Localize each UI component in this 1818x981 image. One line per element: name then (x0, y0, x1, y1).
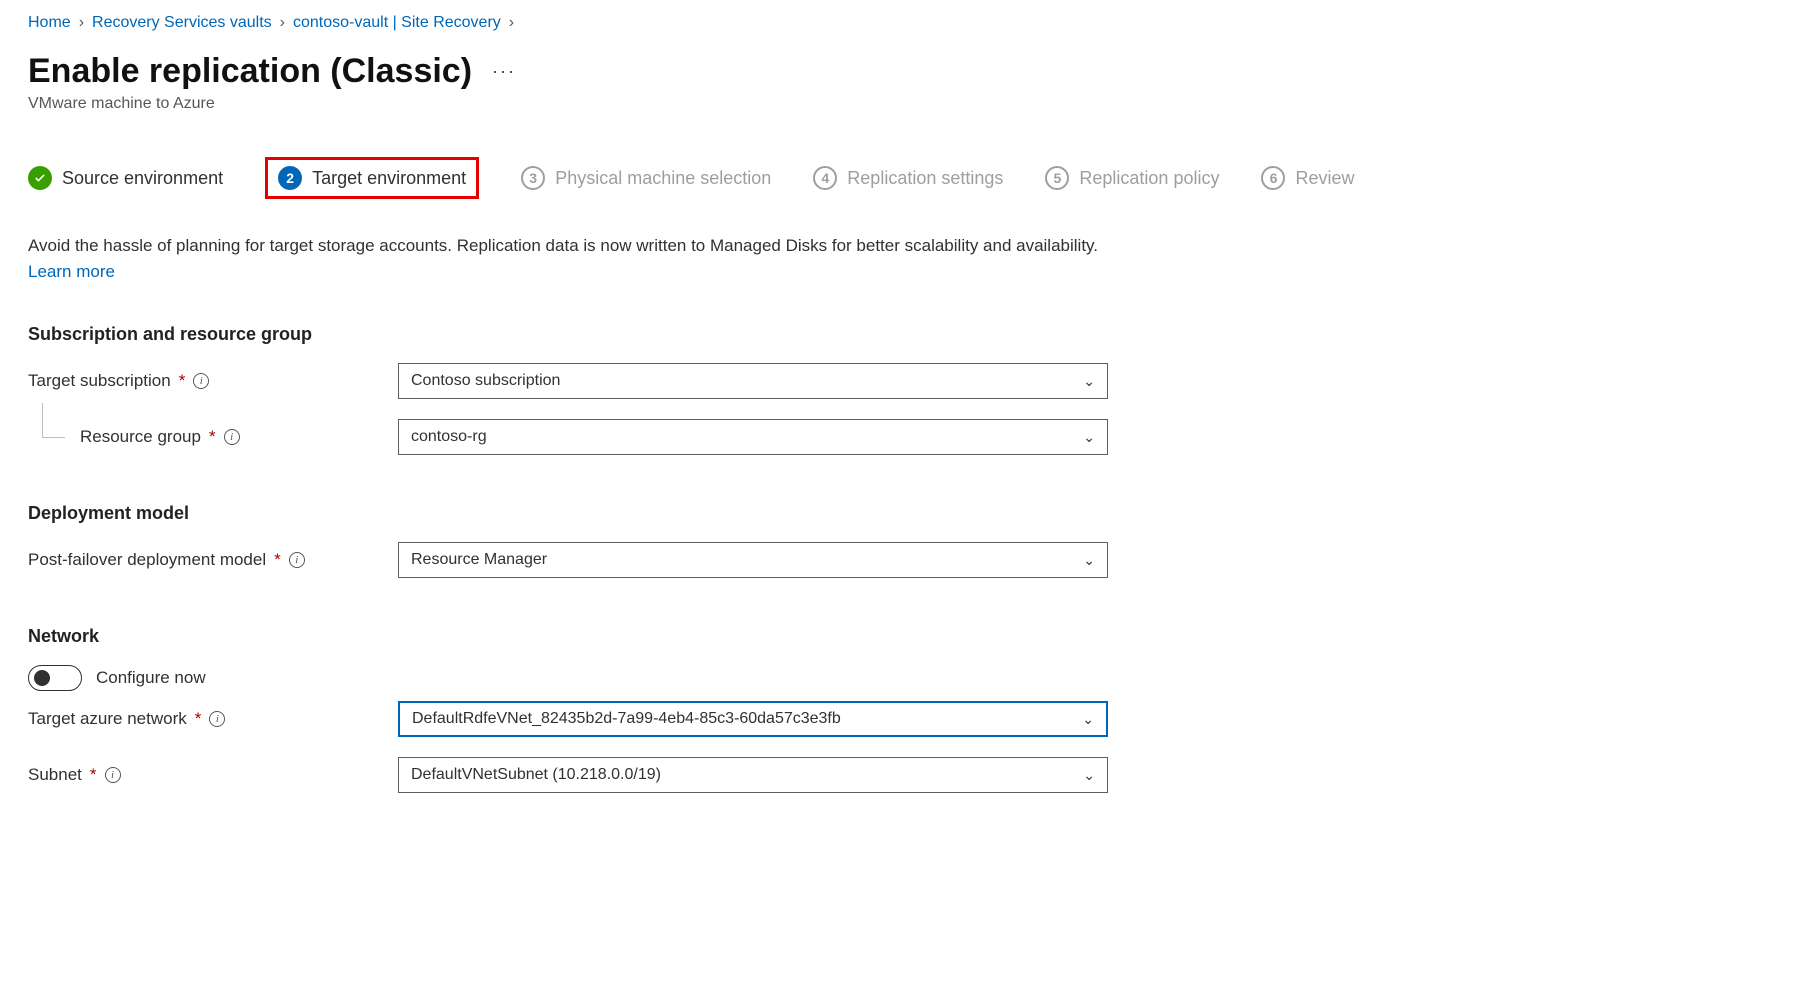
info-icon[interactable]: i (105, 767, 121, 783)
label-configure-now: Configure now (96, 668, 206, 688)
section-title-deployment: Deployment model (28, 503, 1790, 524)
step-source-environment[interactable]: Source environment (28, 166, 223, 190)
step-physical-machine-selection[interactable]: 3 Physical machine selection (521, 166, 771, 190)
required-asterisk: * (274, 550, 281, 570)
step-target-environment[interactable]: 2 Target environment (265, 157, 479, 199)
select-deployment-model[interactable]: Resource Manager ⌄ (398, 542, 1108, 578)
select-value: Contoso subscription (411, 372, 560, 390)
step-replication-settings[interactable]: 4 Replication settings (813, 166, 1003, 190)
breadcrumb: Home › Recovery Services vaults › contos… (28, 14, 1790, 32)
step-number-icon: 3 (521, 166, 545, 190)
step-label: Source environment (62, 168, 223, 189)
info-icon[interactable]: i (193, 373, 209, 389)
breadcrumb-vault[interactable]: contoso-vault | Site Recovery (293, 14, 501, 32)
intro-text: Avoid the hassle of planning for target … (28, 233, 1098, 284)
required-asterisk: * (179, 371, 186, 391)
wizard-steps: Source environment 2 Target environment … (28, 157, 1790, 199)
page-title: Enable replication (Classic) (28, 52, 472, 91)
required-asterisk: * (195, 709, 202, 729)
more-actions-icon[interactable]: ··· (492, 61, 516, 82)
chevron-right-icon: › (280, 14, 285, 32)
info-icon[interactable]: i (289, 552, 305, 568)
breadcrumb-rsv[interactable]: Recovery Services vaults (92, 14, 272, 32)
label-post-failover-deployment-model: Post-failover deployment model (28, 550, 266, 570)
step-label: Physical machine selection (555, 168, 771, 189)
select-value: Resource Manager (411, 551, 547, 569)
section-title-subscription: Subscription and resource group (28, 324, 1790, 345)
chevron-right-icon: › (79, 14, 84, 32)
select-target-subscription[interactable]: Contoso subscription ⌄ (398, 363, 1108, 399)
step-review[interactable]: 6 Review (1261, 166, 1354, 190)
select-resource-group[interactable]: contoso-rg ⌄ (398, 419, 1108, 455)
required-asterisk: * (90, 765, 97, 785)
breadcrumb-home[interactable]: Home (28, 14, 71, 32)
select-value: DefaultRdfeVNet_82435b2d-7a99-4eb4-85c3-… (412, 710, 841, 728)
step-number-icon: 2 (278, 166, 302, 190)
step-label: Replication settings (847, 168, 1003, 189)
chevron-right-icon: › (509, 14, 514, 32)
step-label: Target environment (312, 168, 466, 189)
info-icon[interactable]: i (224, 429, 240, 445)
label-resource-group: Resource group (80, 427, 201, 447)
select-subnet[interactable]: DefaultVNetSubnet (10.218.0.0/19) ⌄ (398, 757, 1108, 793)
select-value: DefaultVNetSubnet (10.218.0.0/19) (411, 766, 661, 784)
section-title-network: Network (28, 626, 1790, 647)
chevron-down-icon: ⌄ (1083, 429, 1095, 446)
label-target-subscription: Target subscription (28, 371, 171, 391)
toggle-knob (34, 670, 50, 686)
step-replication-policy[interactable]: 5 Replication policy (1045, 166, 1219, 190)
toggle-configure-now[interactable] (28, 665, 82, 691)
chevron-down-icon: ⌄ (1083, 767, 1095, 784)
page-subtitle: VMware machine to Azure (28, 95, 1790, 113)
step-label: Replication policy (1079, 168, 1219, 189)
checkmark-icon (28, 166, 52, 190)
step-number-icon: 5 (1045, 166, 1069, 190)
label-subnet: Subnet (28, 765, 82, 785)
required-asterisk: * (209, 427, 216, 447)
chevron-down-icon: ⌄ (1082, 711, 1094, 728)
info-icon[interactable]: i (209, 711, 225, 727)
chevron-down-icon: ⌄ (1083, 373, 1095, 390)
step-label: Review (1295, 168, 1354, 189)
chevron-down-icon: ⌄ (1083, 552, 1095, 569)
select-target-azure-network[interactable]: DefaultRdfeVNet_82435b2d-7a99-4eb4-85c3-… (398, 701, 1108, 737)
step-number-icon: 6 (1261, 166, 1285, 190)
learn-more-link[interactable]: Learn more (28, 262, 115, 281)
select-value: contoso-rg (411, 428, 487, 446)
step-number-icon: 4 (813, 166, 837, 190)
label-target-azure-network: Target azure network (28, 709, 187, 729)
